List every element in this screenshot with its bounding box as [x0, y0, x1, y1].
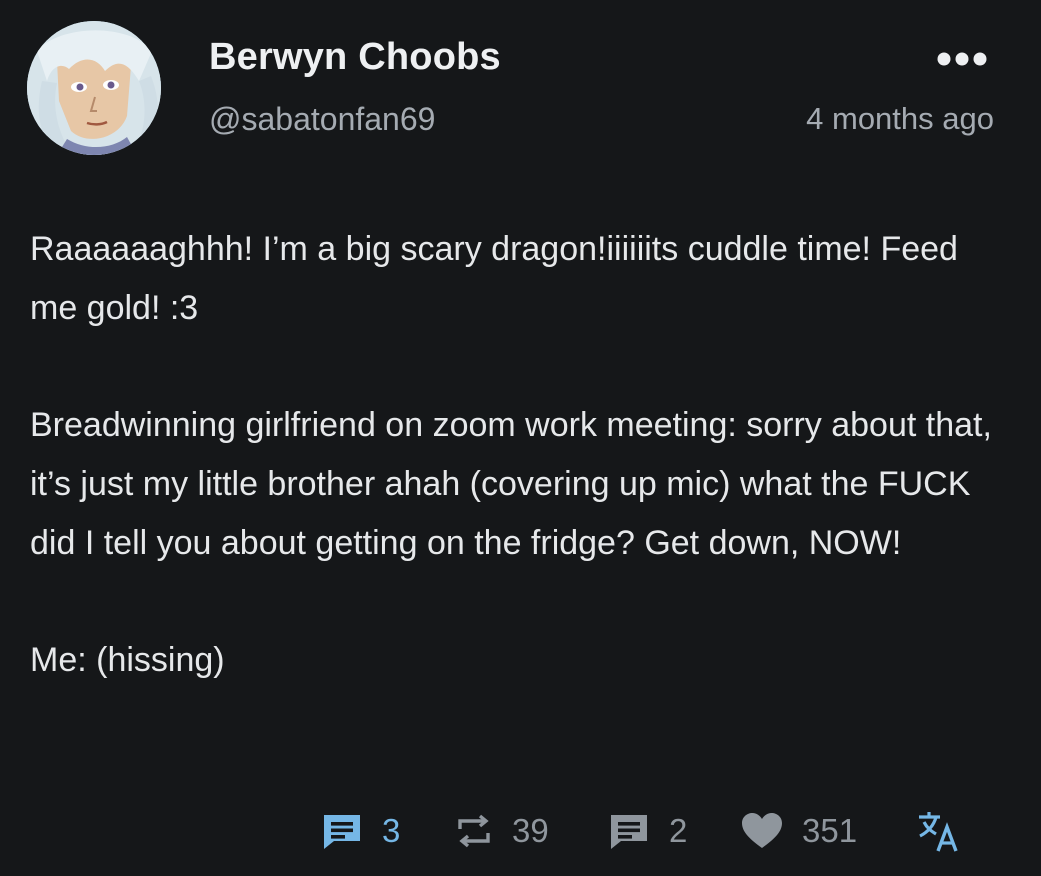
translate-icon	[919, 812, 958, 852]
reply-icon	[324, 815, 360, 849]
avatar-image	[27, 21, 161, 155]
post-timestamp[interactable]: 4 months ago	[806, 101, 994, 137]
post-paragraph: Raaaaaaghhh! I’m a big scary dragon!iiii…	[30, 230, 958, 327]
post-card: Berwyn Choobs @sabatonfan69 4 months ago…	[0, 0, 1041, 876]
post-body: Raaaaaaghhh! I’m a big scary dragon!iiii…	[30, 220, 1005, 748]
quote-icon	[611, 815, 647, 849]
like-button[interactable]: 351	[740, 808, 857, 854]
repost-count: 39	[512, 812, 549, 849]
post-paragraph: Breadwinning girlfriend on zoom work mee…	[30, 406, 992, 562]
quote-count: 2	[669, 812, 688, 849]
more-options-icon	[937, 52, 987, 66]
reply-count: 3	[382, 812, 401, 849]
post-paragraph: Me: (hissing)	[30, 640, 225, 679]
quote-button[interactable]: 2	[607, 808, 687, 854]
more-options-button[interactable]	[935, 46, 989, 72]
translate-button[interactable]	[916, 808, 960, 854]
repost-button[interactable]: 39	[454, 808, 549, 854]
author-handle[interactable]: @sabatonfan69	[209, 101, 435, 138]
author-display-name[interactable]: Berwyn Choobs	[209, 36, 501, 79]
repost-icon	[458, 814, 490, 848]
reply-button[interactable]: 3	[320, 808, 400, 854]
post-actions-bar: 3 39 2 351	[320, 808, 980, 854]
avatar[interactable]	[27, 21, 161, 155]
like-count: 351	[802, 812, 858, 849]
heart-icon	[742, 813, 782, 848]
